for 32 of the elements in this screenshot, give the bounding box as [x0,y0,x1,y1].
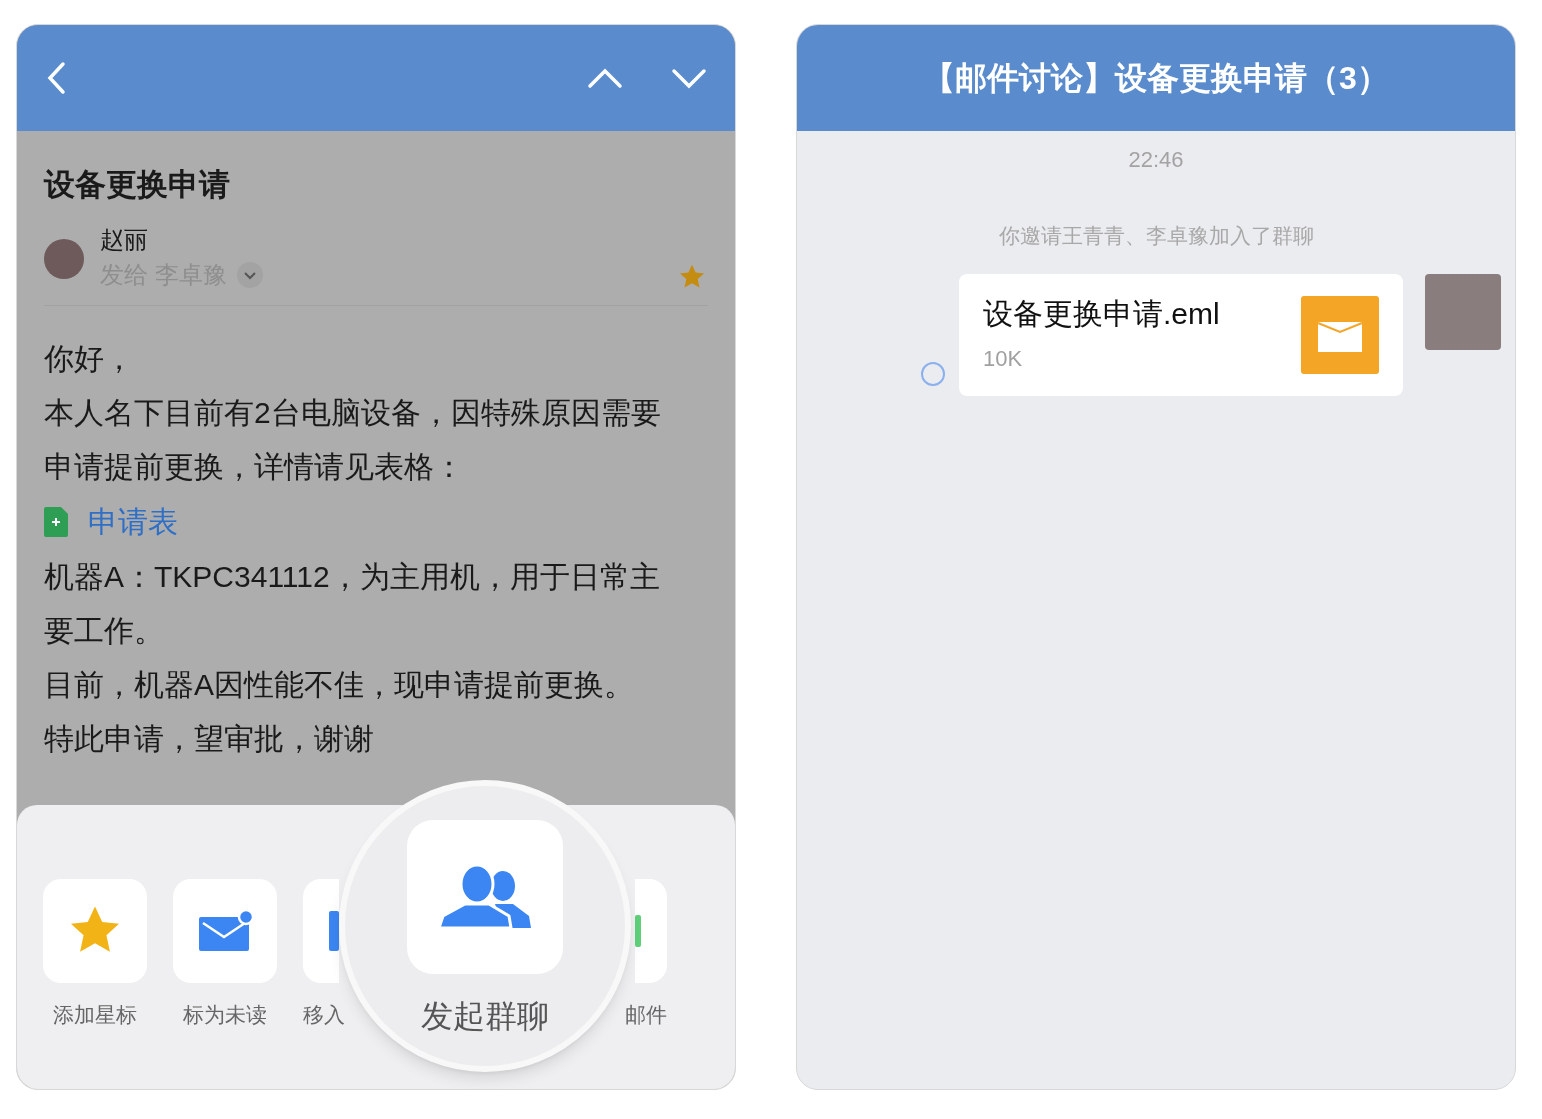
expand-icon[interactable] [236,262,263,288]
mail-icon [197,909,253,953]
body-paragraph: 你好， [44,341,135,377]
partial-icon [635,915,641,947]
spreadsheet-icon [44,507,68,537]
chevron-up-icon[interactable] [587,66,623,90]
body-paragraph: 特此申请，望审批，谢谢 [44,721,375,757]
sender-name: 赵丽 [100,225,149,255]
action-tile[interactable] [635,879,667,983]
body-paragraph: 目前，机器A因性能不佳，现申请提前更换。 [44,667,635,703]
group-chat-button[interactable] [407,820,563,974]
action-tile[interactable] [43,879,147,983]
action-label: 发起群聊 [421,997,549,1036]
envelope-icon [1301,295,1379,374]
chat-title: 【邮件讨论】设备更换申请（3） [923,59,1389,98]
body-paragraph: 本人名下目前有2台电脑设备，因特殊原因需要申请提前更换，详情请见表格： [44,395,662,485]
action-label: 移入 [303,1002,345,1028]
email-subject: 设备更换申请 [44,166,231,204]
avatar [44,239,84,279]
timestamp: 22:46 [1128,146,1184,174]
body-paragraph: 机器A：TKPC341112，为主用机，用于日常主要工作。 [44,559,661,649]
system-message: 你邀请王青青、李卓豫加入了群聊 [998,223,1314,249]
file-size: 10K [983,345,1024,373]
action-label: 邮件 [625,1002,667,1028]
action-tile[interactable] [303,879,339,983]
action-tile[interactable] [173,879,277,983]
action-label: 添加星标 [53,1002,137,1028]
partial-icon [329,911,339,951]
action-label: 标为未读 [183,1002,267,1028]
chevron-down-icon[interactable] [671,66,707,90]
file-name: 设备更换申请.eml [983,296,1221,332]
file-message-bubble[interactable]: 设备更换申请.eml 10K [959,273,1403,396]
